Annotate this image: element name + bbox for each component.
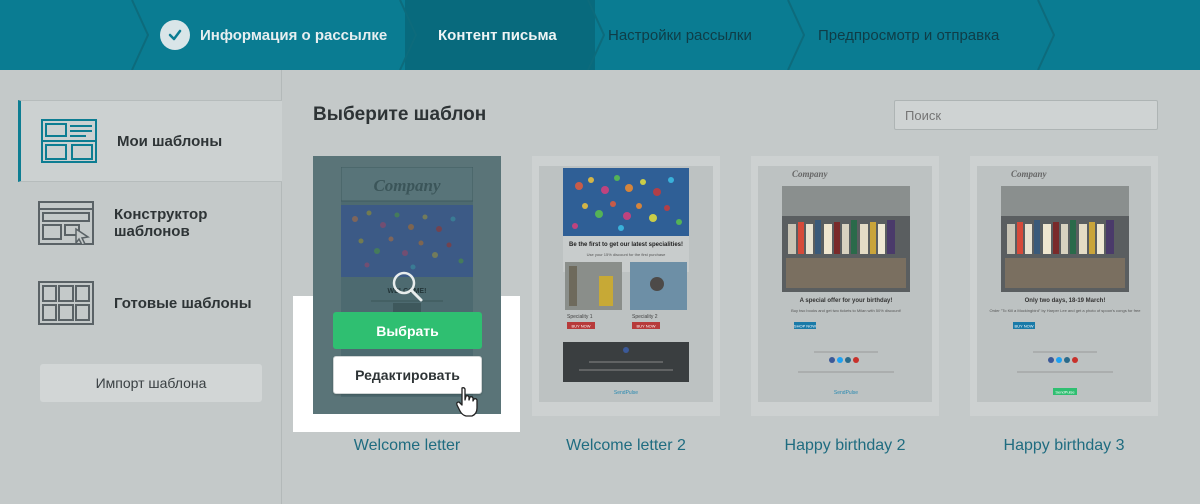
step-separator — [399, 0, 418, 70]
sidebar-item-ready-templates[interactable]: Готовые шаблоны — [18, 262, 282, 344]
svg-text:SendPulse: SendPulse — [614, 390, 638, 396]
sidebar-item-label: Готовые шаблоны — [114, 294, 252, 312]
step-label: Информация о рассылке — [200, 26, 388, 44]
step-email-content[interactable]: Контент письма — [438, 0, 557, 70]
template-name-link[interactable]: Welcome letter — [313, 437, 501, 455]
step-label: Предпросмотр и отправка — [818, 26, 1000, 44]
svg-text:Use your 15% discount for the: Use your 15% discount for the first purc… — [587, 252, 666, 257]
step-separator — [131, 0, 150, 70]
hand-cursor-icon — [456, 387, 478, 417]
template-card-birthday-2[interactable]: Company A special offer for your birthda… — [751, 156, 939, 416]
svg-text:Speciality 1: Speciality 1 — [567, 314, 593, 320]
grid-templates-icon — [38, 281, 94, 325]
sidebar-item-label: Конструктор шаблонов — [114, 206, 208, 240]
svg-text:Company: Company — [373, 176, 441, 195]
svg-text:BUY NOW: BUY NOW — [1014, 324, 1033, 329]
sidebar-item-my-templates[interactable]: Мои шаблоны — [18, 100, 282, 182]
step-label: Контент письма — [438, 26, 557, 44]
svg-text:Company: Company — [1011, 169, 1048, 179]
svg-text:Buy two books and get two tick: Buy two books and get two tickets to Mil… — [791, 308, 901, 313]
template-card-welcome-2[interactable]: Be the first to get our latest specialit… — [532, 156, 720, 416]
svg-text:Order "To Kill a Mockingbird": Order "To Kill a Mockingbird" by Harper … — [989, 308, 1141, 313]
step-separator — [787, 0, 806, 70]
check-icon — [160, 20, 190, 50]
template-name-link[interactable]: Happy birthday 2 — [751, 437, 939, 455]
template-name-link[interactable]: Welcome letter 2 — [532, 437, 720, 455]
layout-template-icon — [41, 119, 97, 163]
svg-text:A special offer for your birth: A special offer for your birthday! — [800, 298, 893, 304]
template-name-link[interactable]: Happy birthday 3 — [970, 437, 1158, 455]
template-card-birthday-3[interactable]: Company Only two days, 18-19 March! Orde… — [970, 156, 1158, 416]
step-separator — [1037, 0, 1056, 70]
thumb-heading: Be the first to get our latest specialit… — [569, 242, 683, 248]
template-thumbnail: Be the first to get our latest specialit… — [539, 166, 713, 402]
svg-text:SendPulse: SendPulse — [834, 390, 858, 396]
sidebar: Мои шаблоны Конструктор шаблонов Готовые… — [0, 70, 282, 504]
step-label: Настройки рассылки — [608, 26, 752, 44]
template-thumbnail: Company Only two days, 18-19 March! Orde… — [977, 166, 1151, 402]
step-mailing-info[interactable]: Информация о рассылке — [150, 0, 387, 70]
step-mailing-settings[interactable]: Настройки рассылки — [608, 0, 752, 70]
step-separator — [587, 0, 606, 70]
svg-text:Only two days, 18-19 March!: Only two days, 18-19 March! — [1025, 298, 1106, 304]
sidebar-item-label: Мои шаблоны — [117, 132, 223, 150]
step-preview-send[interactable]: Предпросмотр и отправка — [818, 0, 999, 70]
svg-text:BUY NOW: BUY NOW — [571, 324, 590, 329]
search-input[interactable] — [894, 100, 1158, 130]
stepper-bar: Информация о рассылке Контент письма Нас… — [0, 0, 1200, 70]
sidebar-item-template-builder[interactable]: Конструктор шаблонов — [18, 182, 282, 264]
select-template-button[interactable]: Выбрать — [333, 312, 482, 349]
import-template-button[interactable]: Импорт шаблона — [40, 364, 262, 402]
svg-text:SHOP NOW: SHOP NOW — [794, 324, 816, 329]
svg-text:BUY NOW: BUY NOW — [636, 324, 655, 329]
template-builder-icon — [38, 201, 94, 245]
svg-text:SendPulse: SendPulse — [1055, 390, 1075, 395]
page-title: Выберите шаблон — [313, 104, 487, 125]
zoom-icon[interactable] — [389, 268, 425, 304]
template-thumbnail: Company A special offer for your birthda… — [758, 166, 932, 402]
svg-text:Speciality 2: Speciality 2 — [632, 314, 658, 320]
svg-text:Company: Company — [792, 169, 829, 179]
